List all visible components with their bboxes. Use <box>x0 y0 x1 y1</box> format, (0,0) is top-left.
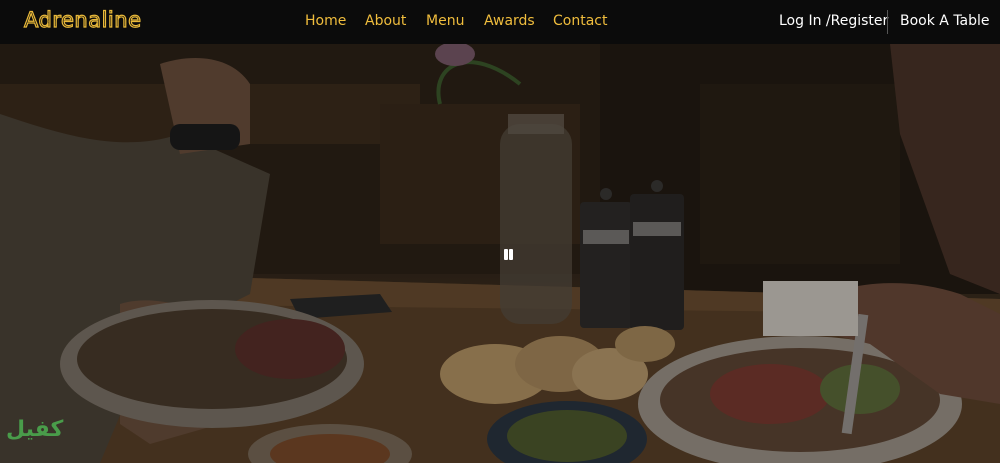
book-table-button[interactable]: Book A Table <box>900 13 990 29</box>
hero-video[interactable] <box>0 44 1000 463</box>
pause-button[interactable] <box>500 246 516 262</box>
nav-link-about[interactable]: About <box>365 13 406 29</box>
nav-link-awards[interactable]: Awards <box>484 13 535 29</box>
nav-divider <box>887 10 888 34</box>
pause-icon-bar <box>509 249 513 260</box>
pause-icon <box>504 249 508 260</box>
nav-link-home[interactable]: Home <box>305 13 346 29</box>
login-register-link[interactable]: Log In /Register <box>779 13 888 29</box>
brand-logo[interactable]: Adrenaline <box>23 7 141 32</box>
watermark-logo: كفيل <box>6 417 64 442</box>
nav-link-contact[interactable]: Contact <box>553 13 607 29</box>
nav-link-menu[interactable]: Menu <box>426 13 464 29</box>
top-navbar: Adrenaline Home About Menu Awards Contac… <box>0 0 1000 44</box>
